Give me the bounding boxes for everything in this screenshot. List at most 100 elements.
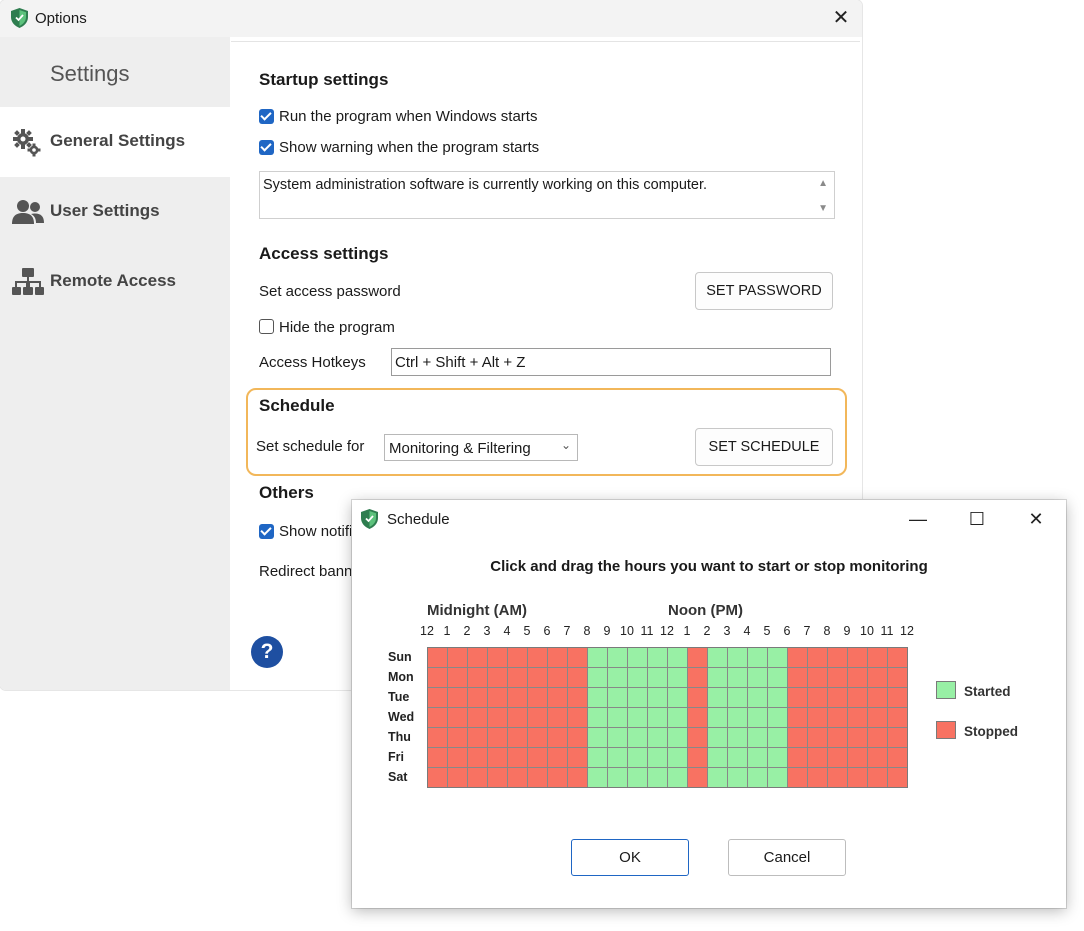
schedule-cell[interactable] — [808, 748, 827, 767]
schedule-cell[interactable] — [868, 668, 887, 687]
schedule-cell[interactable] — [688, 688, 707, 707]
schedule-cell[interactable] — [628, 708, 647, 727]
schedule-cell[interactable] — [508, 728, 527, 747]
schedule-cell[interactable] — [848, 768, 867, 787]
schedule-cell[interactable] — [648, 768, 667, 787]
schedule-cell[interactable] — [628, 768, 647, 787]
schedule-cell[interactable] — [628, 688, 647, 707]
schedule-cell[interactable] — [588, 728, 607, 747]
schedule-cell[interactable] — [728, 688, 747, 707]
schedule-cell[interactable] — [628, 728, 647, 747]
schedule-cell[interactable] — [448, 708, 467, 727]
schedule-cell[interactable] — [448, 748, 467, 767]
schedule-cell[interactable] — [708, 768, 727, 787]
schedule-cell[interactable] — [428, 728, 447, 747]
sidebar-item-general-settings[interactable]: General Settings — [0, 107, 230, 177]
cancel-button[interactable]: Cancel — [728, 839, 846, 876]
schedule-cell[interactable] — [588, 668, 607, 687]
schedule-cell[interactable] — [608, 688, 627, 707]
schedule-cell[interactable] — [488, 668, 507, 687]
schedule-cell[interactable] — [488, 748, 507, 767]
minimize-icon[interactable]: — — [898, 507, 938, 531]
schedule-cell[interactable] — [568, 708, 587, 727]
schedule-cell[interactable] — [528, 748, 547, 767]
schedule-cell[interactable] — [608, 728, 627, 747]
schedule-cell[interactable] — [888, 708, 907, 727]
schedule-cell[interactable] — [668, 768, 687, 787]
schedule-cell[interactable] — [508, 708, 527, 727]
schedule-cell[interactable] — [828, 748, 847, 767]
schedule-cell[interactable] — [808, 648, 827, 667]
schedule-cell[interactable] — [488, 768, 507, 787]
schedule-cell[interactable] — [428, 748, 447, 767]
schedule-cell[interactable] — [508, 748, 527, 767]
schedule-cell[interactable] — [628, 748, 647, 767]
schedule-cell[interactable] — [428, 648, 447, 667]
schedule-cell[interactable] — [448, 728, 467, 747]
schedule-cell[interactable] — [848, 668, 867, 687]
close-icon[interactable]: ✕ — [1016, 507, 1056, 531]
schedule-cell[interactable] — [648, 688, 667, 707]
schedule-cell[interactable] — [508, 668, 527, 687]
schedule-cell[interactable] — [728, 748, 747, 767]
schedule-cell[interactable] — [568, 748, 587, 767]
schedule-cell[interactable] — [888, 648, 907, 667]
schedule-cell[interactable] — [608, 748, 627, 767]
schedule-cell[interactable] — [448, 768, 467, 787]
schedule-cell[interactable] — [528, 668, 547, 687]
schedule-cell[interactable] — [508, 648, 527, 667]
schedule-cell[interactable] — [468, 648, 487, 667]
schedule-cell[interactable] — [668, 708, 687, 727]
schedule-cell[interactable] — [548, 668, 567, 687]
schedule-cell[interactable] — [488, 708, 507, 727]
schedule-cell[interactable] — [708, 748, 727, 767]
schedule-cell[interactable] — [848, 728, 867, 747]
schedule-cell[interactable] — [708, 728, 727, 747]
schedule-cell[interactable] — [888, 748, 907, 767]
maximize-icon[interactable]: ☐ — [957, 507, 997, 531]
schedule-cell[interactable] — [848, 708, 867, 727]
show-warning-checkbox[interactable] — [259, 140, 274, 155]
schedule-cell[interactable] — [848, 648, 867, 667]
schedule-cell[interactable] — [768, 648, 787, 667]
schedule-cell[interactable] — [868, 768, 887, 787]
schedule-cell[interactable] — [808, 668, 827, 687]
schedule-cell[interactable] — [548, 648, 567, 667]
schedule-cell[interactable] — [528, 708, 547, 727]
schedule-cell[interactable] — [488, 728, 507, 747]
schedule-cell[interactable] — [648, 708, 667, 727]
sidebar-item-user-settings[interactable]: User Settings — [0, 177, 230, 247]
schedule-cell[interactable] — [488, 648, 507, 667]
schedule-cell[interactable] — [568, 728, 587, 747]
run-on-startup-checkbox[interactable] — [259, 109, 274, 124]
schedule-cell[interactable] — [768, 708, 787, 727]
schedule-cell[interactable] — [888, 688, 907, 707]
schedule-cell[interactable] — [568, 768, 587, 787]
schedule-cell[interactable] — [728, 728, 747, 747]
schedule-cell[interactable] — [528, 728, 547, 747]
schedule-cell[interactable] — [468, 728, 487, 747]
schedule-cell[interactable] — [748, 648, 767, 667]
schedule-cell[interactable] — [748, 728, 767, 747]
set-schedule-button[interactable]: SET SCHEDULE — [695, 428, 833, 466]
schedule-cell[interactable] — [628, 668, 647, 687]
schedule-cell[interactable] — [768, 668, 787, 687]
schedule-for-select[interactable]: Monitoring & Filtering ⌄ — [384, 434, 578, 461]
schedule-cell[interactable] — [688, 748, 707, 767]
show-notifications-checkbox[interactable] — [259, 524, 274, 539]
schedule-cell[interactable] — [568, 688, 587, 707]
schedule-cell[interactable] — [688, 648, 707, 667]
schedule-cell[interactable] — [588, 708, 607, 727]
schedule-cell[interactable] — [688, 768, 707, 787]
schedule-cell[interactable] — [808, 768, 827, 787]
schedule-cell[interactable] — [648, 748, 667, 767]
schedule-cell[interactable] — [528, 768, 547, 787]
schedule-cell[interactable] — [808, 688, 827, 707]
schedule-cell[interactable] — [788, 668, 807, 687]
schedule-cell[interactable] — [548, 708, 567, 727]
schedule-cell[interactable] — [788, 728, 807, 747]
schedule-cell[interactable] — [728, 648, 747, 667]
schedule-cell[interactable] — [428, 708, 447, 727]
schedule-cell[interactable] — [728, 768, 747, 787]
schedule-cell[interactable] — [808, 708, 827, 727]
